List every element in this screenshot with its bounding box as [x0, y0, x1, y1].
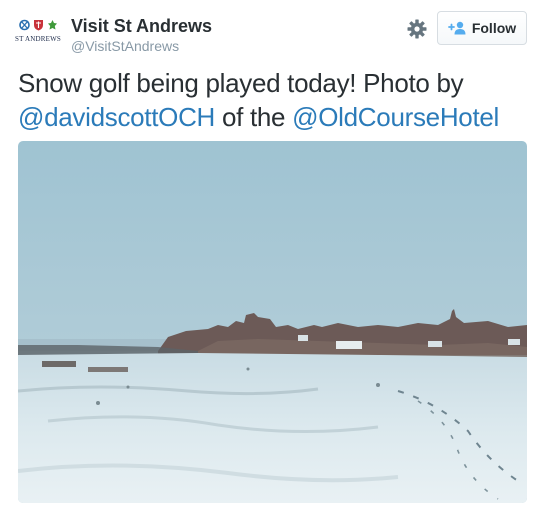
- crest-icon-blue: [18, 19, 30, 31]
- tweet-text: Snow golf being played today! Photo by @d…: [18, 66, 538, 134]
- follow-button[interactable]: Follow: [437, 11, 527, 45]
- avatar-text: ST ANDREWS: [14, 35, 62, 43]
- avatar-crests: [18, 18, 58, 32]
- tweet-photo[interactable]: [18, 141, 527, 503]
- crest-icon-red: [33, 20, 43, 31]
- mention-oldcoursehotel[interactable]: @OldCourseHotel: [292, 102, 499, 132]
- snow-golf-photo: [18, 141, 527, 503]
- avatar[interactable]: ST ANDREWS: [14, 18, 62, 48]
- mention-davidscottoch[interactable]: @davidscottOCH: [18, 102, 215, 132]
- tweet-text-part1: Snow golf being played today! Photo by: [18, 68, 464, 98]
- account-handle[interactable]: @VisitStAndrews: [71, 38, 179, 54]
- tweet-card: ST ANDREWS Visit St Andrews @VisitStAndr…: [0, 0, 550, 513]
- add-user-icon: [447, 21, 466, 35]
- follow-label: Follow: [471, 20, 517, 36]
- gear-icon[interactable]: [406, 18, 428, 40]
- tweet-text-part2: of the: [215, 102, 293, 132]
- display-name[interactable]: Visit St Andrews: [71, 16, 212, 37]
- crest-icon-green: [47, 20, 57, 30]
